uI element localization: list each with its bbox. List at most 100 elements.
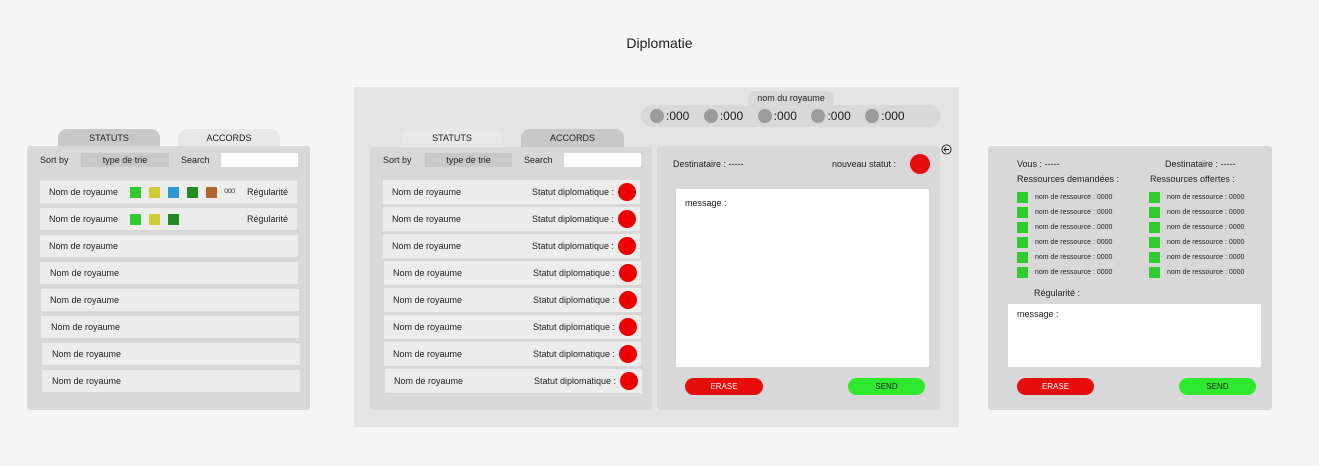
kingdom-name: Nom de royaume xyxy=(393,322,463,332)
accords-panel: Sort by type de trie Search Nom de royau… xyxy=(27,146,310,410)
status-indicator xyxy=(618,210,636,228)
status-label: Statut diplomatique : xyxy=(532,268,615,278)
resource-bar: :000 :000 :000 :000 :000 xyxy=(641,105,941,127)
accord-square xyxy=(168,187,179,198)
resource-icon xyxy=(1017,192,1028,203)
search-input[interactable] xyxy=(564,153,641,167)
you-label: Vous : ----- xyxy=(1017,159,1060,169)
status-label: Statut diplomatique : xyxy=(532,295,615,305)
sort-label: Sort by xyxy=(40,155,69,165)
tab-statuts[interactable]: STATUTS xyxy=(402,129,502,147)
status-indicator xyxy=(619,264,637,282)
status-label: Statut diplomatique : xyxy=(531,241,614,251)
new-status-toggle[interactable] xyxy=(910,154,930,174)
tab-statuts[interactable]: STATUTS xyxy=(58,129,160,147)
status-panel: Sort by type de trie Search Nom de royau… xyxy=(370,147,652,410)
list-item[interactable]: Nom de royaume Statut diplomatique : xyxy=(384,261,641,285)
message-placeholder: message : xyxy=(1017,309,1059,319)
list-item[interactable]: Nom de royaume Statut diplomatique : xyxy=(385,369,642,393)
kingdom-name: Nom de royaume xyxy=(52,349,122,359)
resource-value: :000 xyxy=(719,109,744,123)
list-item[interactable]: Nom de royaume xyxy=(41,289,299,311)
message-placeholder: message : xyxy=(685,198,727,208)
send-button[interactable]: SEND xyxy=(848,378,925,395)
search-input[interactable] xyxy=(221,153,298,167)
status-indicator xyxy=(620,372,638,390)
list-item[interactable]: Nom de royaume Régularité xyxy=(40,208,297,230)
regularity-label: Régularité xyxy=(246,187,288,197)
erase-button[interactable]: ERASE xyxy=(1017,378,1094,395)
resource-value: :000 xyxy=(666,109,690,123)
kingdom-name: Nom de royaume xyxy=(49,187,119,197)
list-item[interactable]: Nom de royaume Statut diplomatique : xyxy=(383,234,640,258)
kingdom-name: Nom de royaume xyxy=(392,214,462,224)
kingdom-name: Nom de royaume xyxy=(393,268,463,278)
status-indicator xyxy=(619,291,637,309)
diplomacy-window: nom du royaume :000 :000 :000 :000 :000 … xyxy=(354,87,959,427)
list-item[interactable]: Nom de royaume xyxy=(40,262,298,284)
status-indicator xyxy=(618,183,636,201)
sort-select[interactable]: type de trie xyxy=(425,153,512,167)
status-label: Statut diplomatique : xyxy=(531,187,614,197)
requested-title: Ressources demandées : xyxy=(1017,174,1120,184)
resource-icon xyxy=(1017,237,1028,248)
accord-square xyxy=(130,187,141,198)
kingdom-name: Nom de royaume xyxy=(394,376,464,386)
list-item[interactable]: Nom de royaume xyxy=(40,235,298,257)
more-icon[interactable]: ooo xyxy=(224,186,235,195)
list-item[interactable]: Nom de royaume xyxy=(42,343,300,365)
page-title: Diplomatie xyxy=(626,35,693,51)
accord-square xyxy=(149,214,160,225)
list-item[interactable]: Nom de royaume xyxy=(41,316,299,338)
coin-icon xyxy=(650,109,664,123)
kingdom-name-label: nom du royaume xyxy=(748,91,834,105)
search-label: Search xyxy=(181,155,210,165)
resource-icon xyxy=(1149,192,1160,203)
status-indicator xyxy=(618,237,636,255)
kingdom-name: Nom de royaume xyxy=(50,268,120,278)
regularity-label: Régularité : xyxy=(1034,288,1081,298)
kingdom-name: Nom de royaume xyxy=(392,241,462,251)
accord-square xyxy=(130,214,141,225)
status-label: Statut diplomatique : xyxy=(532,349,615,359)
list-item[interactable]: Nom de royaume xyxy=(42,370,300,392)
kingdom-name: Nom de royaume xyxy=(50,295,120,305)
list-item[interactable]: Nom de royaume Statut diplomatique : xyxy=(384,288,641,312)
list-item[interactable]: Nom de royaume ooo Régularité xyxy=(40,181,297,203)
coin-icon xyxy=(865,109,880,123)
resource-icon xyxy=(1017,267,1028,278)
resource-icon xyxy=(1149,252,1160,263)
resource-icon xyxy=(1149,207,1160,218)
list-item[interactable]: Nom de royaume Statut diplomatique : xyxy=(383,180,640,204)
send-button[interactable]: SEND xyxy=(1179,378,1256,395)
status-label: Statut diplomatique : xyxy=(531,214,614,224)
status-label: Statut diplomatique : xyxy=(533,376,616,386)
message-textarea[interactable]: message : xyxy=(1008,304,1261,367)
accord-square xyxy=(187,187,198,198)
accord-square xyxy=(168,214,179,225)
erase-button[interactable]: ERASE xyxy=(685,378,763,395)
resource-icon xyxy=(1149,267,1160,278)
resource-icon xyxy=(1149,237,1160,248)
status-indicator xyxy=(619,318,637,336)
tab-accords[interactable]: ACCORDS xyxy=(178,129,280,147)
new-status-label: nouveau statut : xyxy=(832,159,897,169)
kingdom-name: Nom de royaume xyxy=(49,214,119,224)
resource-value: :000 xyxy=(827,109,851,123)
kingdom-name: Nom de royaume xyxy=(52,376,122,386)
coin-icon xyxy=(757,109,772,123)
kingdom-name: Nom de royaume xyxy=(51,322,121,332)
list-item[interactable]: Nom de royaume Statut diplomatique : xyxy=(384,342,641,366)
sort-label: Sort by xyxy=(383,155,412,165)
back-icon[interactable] xyxy=(941,144,952,155)
trade-panel: Vous : ----- Destinataire : ----- Ressou… xyxy=(988,146,1272,410)
message-textarea[interactable]: message : xyxy=(676,189,929,367)
kingdom-name: Nom de royaume xyxy=(392,187,462,197)
sort-select[interactable]: type de trie xyxy=(81,153,169,167)
resource-icon xyxy=(1149,222,1160,233)
tab-accords[interactable]: ACCORDS xyxy=(521,129,624,147)
status-label: Statut diplomatique : xyxy=(532,322,615,332)
resource-icon xyxy=(1017,252,1028,263)
list-item[interactable]: Nom de royaume Statut diplomatique : xyxy=(383,207,640,231)
list-item[interactable]: Nom de royaume Statut diplomatique : xyxy=(384,315,641,339)
